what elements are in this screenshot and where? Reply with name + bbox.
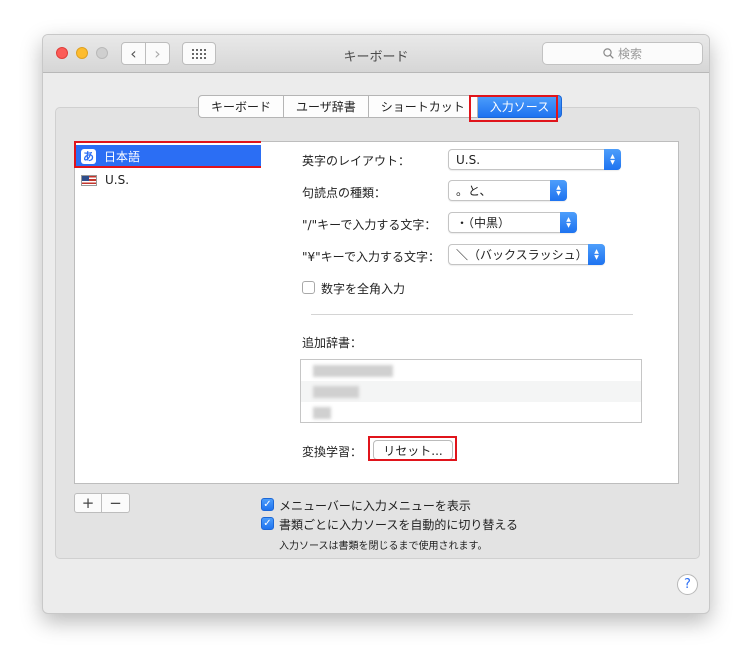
search-icon: [603, 48, 614, 59]
add-source-button[interactable]: +: [74, 493, 102, 513]
popup-arrows-icon: ▲ ▼: [588, 244, 605, 265]
reset-highlight-box: [368, 436, 457, 461]
list-item[interactable]: [301, 402, 641, 422]
popup-arrows-icon: ▲ ▼: [560, 212, 577, 233]
additional-dictionary-label: 追加辞書：: [302, 336, 363, 350]
slash-key-label: "/"キーで入力する文字：: [302, 218, 437, 232]
source-label: U.S.: [105, 173, 130, 187]
search-placeholder: 検索: [617, 47, 642, 61]
slash-key-popup[interactable]: ・（中黒） ▲ ▼: [448, 212, 577, 233]
romaji-layout-label: 英字のレイアウト：: [302, 154, 411, 168]
tab-highlight-box: [469, 95, 558, 122]
fullwidth-numerals-label: 数字を全角入力: [321, 282, 406, 296]
fullwidth-numerals-checkbox[interactable]: [302, 281, 315, 294]
checkmark-icon: ✓: [263, 499, 272, 510]
show-input-menu-checkbox[interactable]: ✓: [261, 498, 274, 511]
list-item[interactable]: [301, 381, 641, 402]
romaji-layout-popup[interactable]: U.S. ▲ ▼: [448, 149, 621, 170]
popup-arrows-icon: ▲ ▼: [550, 180, 567, 201]
add-remove-group: + −: [74, 493, 130, 513]
input-source-list: あ 日本語 U.S.: [74, 141, 263, 484]
source-item-us[interactable]: U.S.: [75, 169, 262, 191]
search-field[interactable]: 検索: [542, 42, 703, 65]
checkmark-icon: ✓: [263, 518, 272, 529]
additional-dictionary-list[interactable]: [300, 359, 642, 423]
popup-arrows-icon: ▲ ▼: [604, 149, 621, 170]
section-divider: [311, 314, 633, 315]
us-flag-icon: [81, 174, 97, 186]
yen-key-value: ＼（バックスラッシュ）: [456, 248, 588, 262]
help-button[interactable]: ?: [677, 574, 698, 595]
tab-user-dictionary[interactable]: ユーザ辞書: [284, 95, 369, 118]
yen-key-label: "¥"キーで入力する文字：: [302, 250, 440, 264]
yen-key-popup[interactable]: ＼（バックスラッシュ） ▲ ▼: [448, 244, 605, 265]
slash-key-value: ・（中黒）: [456, 216, 511, 230]
auto-switch-label: 書類ごとに入力ソースを自動的に切り替える: [279, 518, 519, 532]
list-item[interactable]: [301, 360, 641, 381]
title-bar: ‹ › キーボード 検索: [43, 35, 709, 73]
conversion-learning-label: 変換学習：: [302, 445, 363, 459]
romaji-layout-value: U.S.: [456, 152, 481, 167]
tab-keyboard[interactable]: キーボード: [198, 95, 285, 118]
remove-source-button[interactable]: −: [102, 493, 130, 513]
auto-switch-checkbox[interactable]: ✓: [261, 517, 274, 530]
preferences-window: ‹ › キーボード 検索 キーボード ユーザ辞書 ショートカット 入力ソース あ…: [42, 34, 710, 614]
tab-shortcuts[interactable]: ショートカット: [368, 95, 478, 118]
show-input-menu-label: メニューバーに入力メニューを表示: [279, 499, 471, 513]
source-highlight-box: [74, 141, 264, 168]
punctuation-value: 。と、: [456, 184, 492, 198]
punctuation-label: 句読点の種類：: [302, 186, 387, 200]
punctuation-popup[interactable]: 。と、 ▲ ▼: [448, 180, 567, 201]
input-source-note: 入力ソースは書類を閉じるまで使用されます。: [279, 541, 488, 552]
